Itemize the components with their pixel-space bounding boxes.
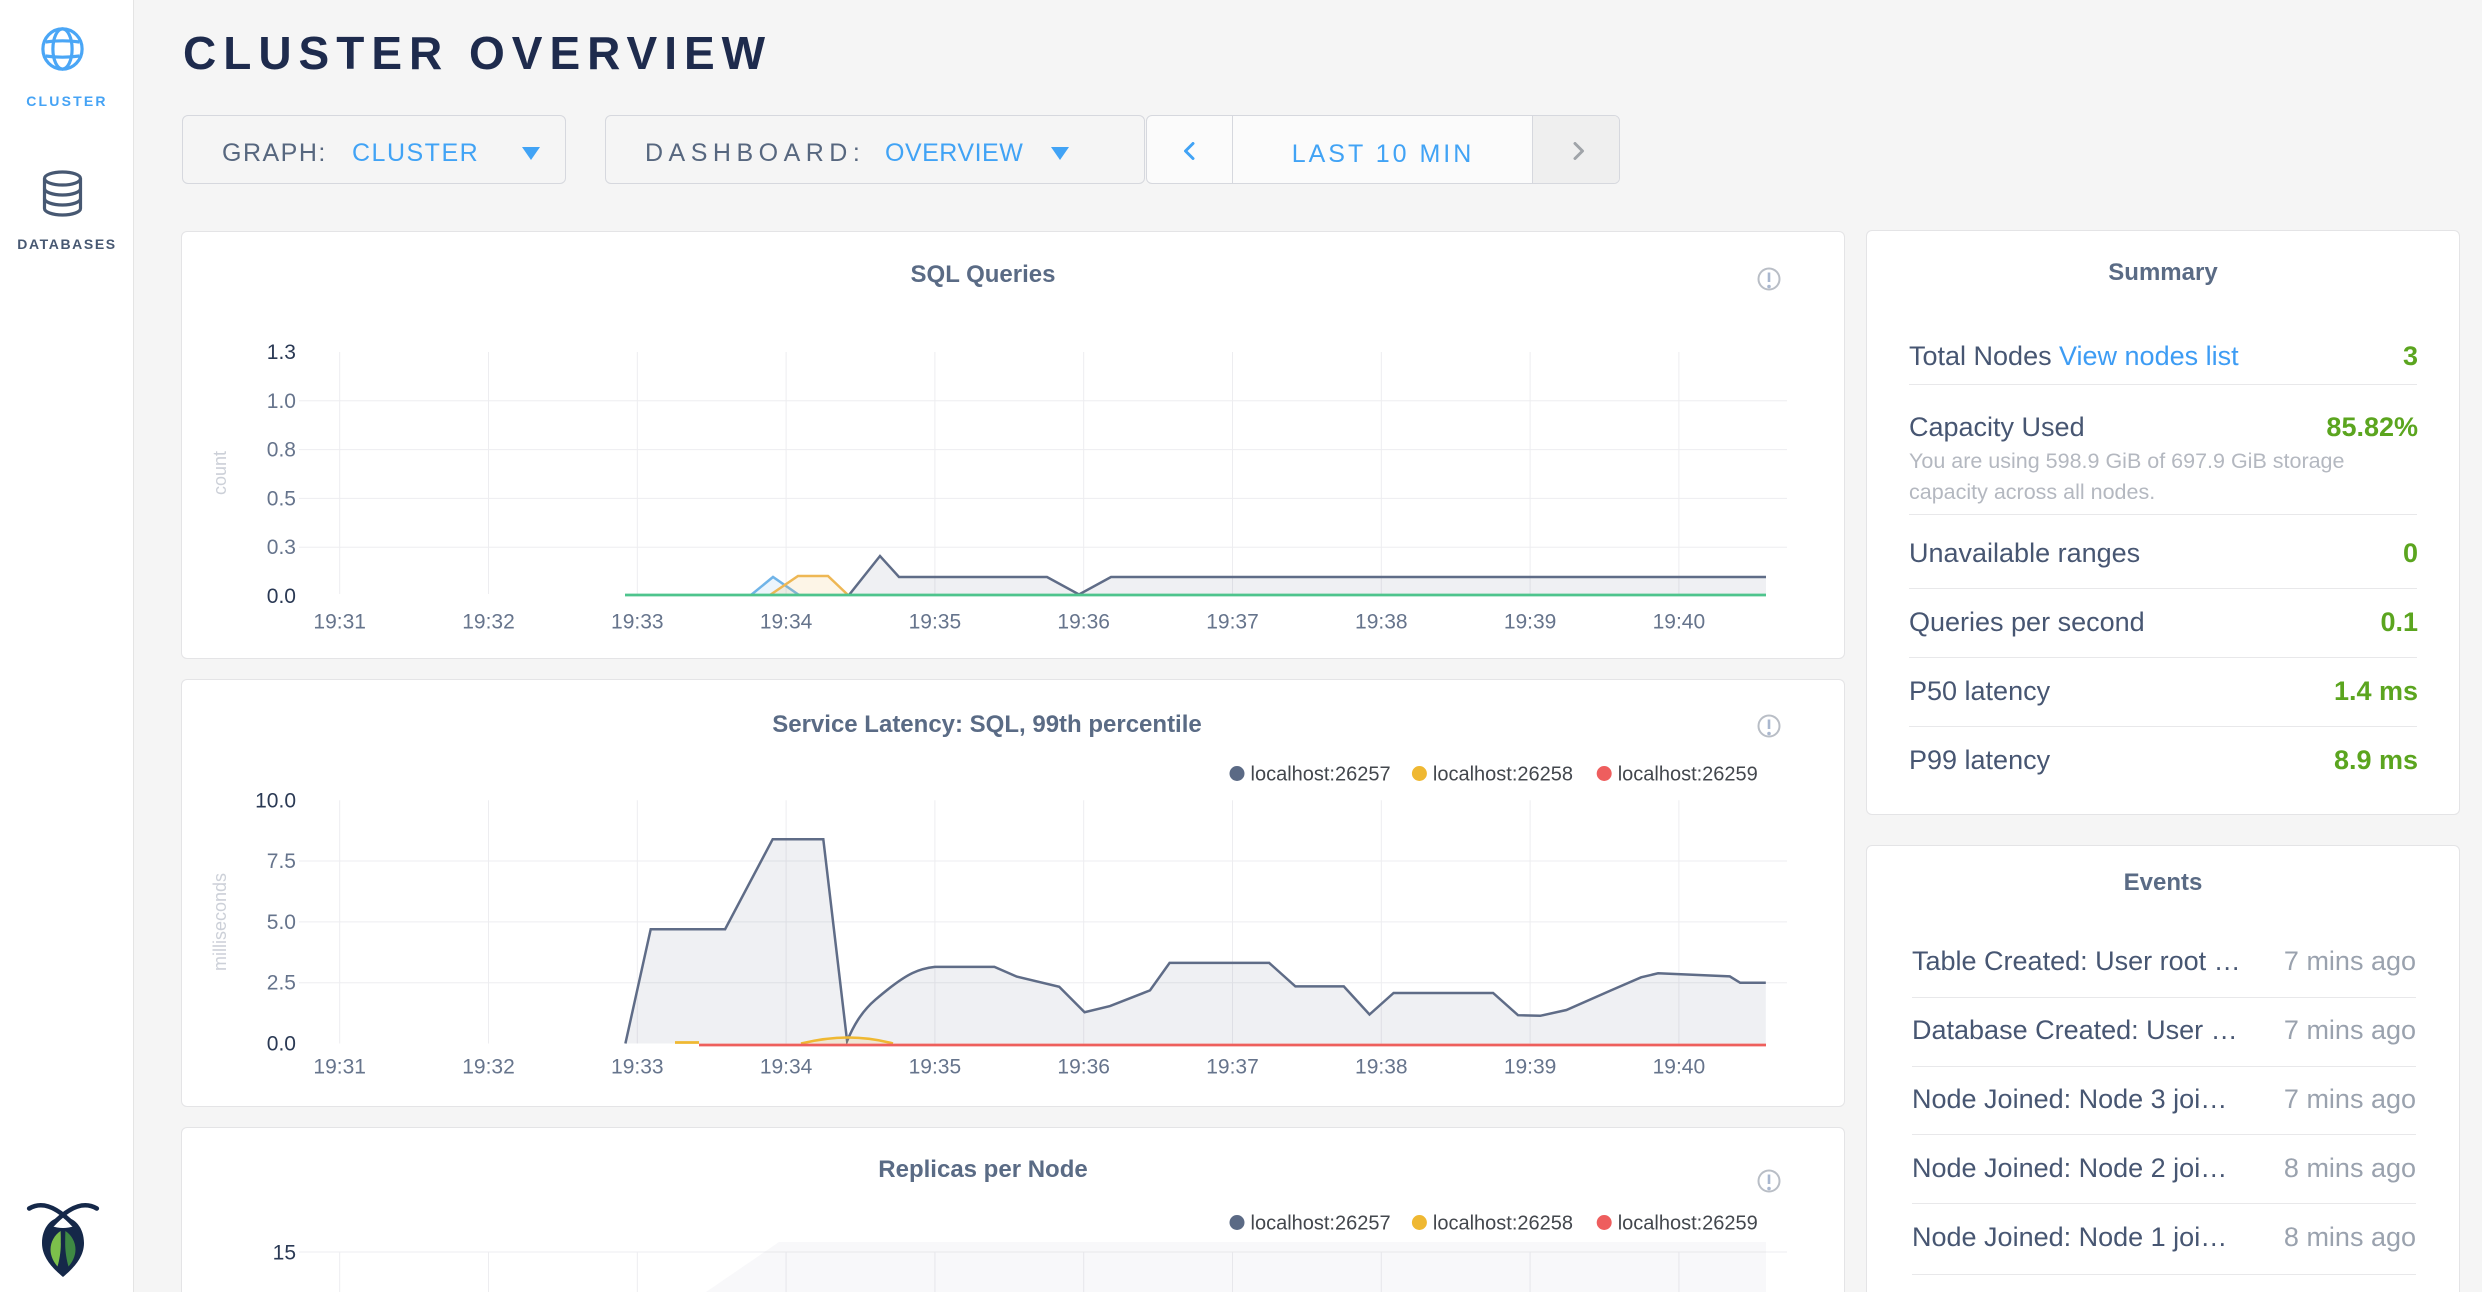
svg-text:19:32: 19:32 [462,611,515,634]
svg-text:19:40: 19:40 [1653,1056,1706,1079]
svg-text:10.0: 10.0 [255,789,296,812]
svg-text:19:36: 19:36 [1057,1056,1110,1079]
svg-text:19:38: 19:38 [1355,611,1408,634]
svg-text:19:36: 19:36 [1057,611,1110,634]
svg-text:1.3: 1.3 [267,341,296,364]
svg-text:19:37: 19:37 [1206,1056,1259,1079]
svg-text:19:32: 19:32 [462,1056,515,1079]
svg-text:localhost:26257: localhost:26257 [1251,764,1391,786]
svg-text:0.0: 0.0 [267,585,296,608]
svg-text:0.3: 0.3 [267,536,296,559]
svg-text:localhost:26259: localhost:26259 [1618,764,1758,786]
svg-text:Service Latency: SQL, 99th per: Service Latency: SQL, 99th percentile [772,711,1202,738]
svg-text:2.5: 2.5 [267,972,296,995]
svg-text:19:34: 19:34 [760,611,813,634]
svg-text:Replicas per Node: Replicas per Node [878,1156,1087,1183]
svg-text:19:34: 19:34 [760,1056,813,1079]
svg-text:1.0: 1.0 [267,390,296,413]
svg-text:count: count [210,451,230,495]
svg-text:19:35: 19:35 [909,1056,962,1079]
svg-text:15: 15 [273,1242,296,1265]
svg-text:19:39: 19:39 [1504,1056,1557,1079]
svg-text:0.0: 0.0 [267,1033,296,1056]
svg-text:19:37: 19:37 [1206,611,1259,634]
svg-text:0.8: 0.8 [267,439,296,462]
svg-text:SQL Queries: SQL Queries [911,261,1056,288]
svg-text:19:33: 19:33 [611,611,664,634]
svg-text:localhost:26258: localhost:26258 [1433,764,1573,786]
svg-text:19:31: 19:31 [313,611,366,634]
svg-text:0.5: 0.5 [267,487,296,510]
svg-text:19:35: 19:35 [909,611,962,634]
svg-text:19:31: 19:31 [313,1056,366,1079]
svg-text:19:33: 19:33 [611,1056,664,1079]
svg-text:localhost:26258: localhost:26258 [1433,1213,1573,1235]
svg-text:19:40: 19:40 [1653,611,1706,634]
svg-text:5.0: 5.0 [267,911,296,934]
svg-text:localhost:26257: localhost:26257 [1251,1213,1391,1235]
svg-text:19:38: 19:38 [1355,1056,1408,1079]
svg-text:localhost:26259: localhost:26259 [1618,1213,1758,1235]
svg-text:milliseconds: milliseconds [210,873,230,971]
svg-text:7.5: 7.5 [267,850,296,873]
svg-text:19:39: 19:39 [1504,611,1557,634]
